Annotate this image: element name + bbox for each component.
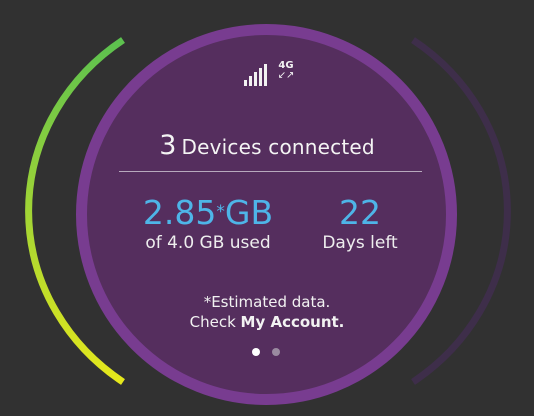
page-dot-active[interactable] — [252, 348, 260, 356]
footnote-prefix: Check — [189, 313, 241, 331]
my-account-link[interactable]: My Account. — [241, 313, 345, 331]
signal-bar — [264, 64, 267, 86]
usage-caption: of 4.0 GB used — [145, 233, 271, 253]
devices-label: Devices connected — [181, 135, 375, 159]
usage-amount: 2.85*GB — [128, 195, 288, 231]
network-status: 4G ↙↗ — [244, 60, 300, 90]
data-usage-stat: 2.85*GB of 4.0 GB used — [128, 195, 288, 254]
data-usage-screen: 4G ↙↗ 3 Devices connected 2.85*GB of 4.0… — [0, 0, 534, 416]
usage-value: 2.85 — [142, 193, 217, 232]
signal-bar — [259, 68, 262, 86]
footnote-line-1: *Estimated data. — [150, 292, 384, 312]
page-dot[interactable] — [272, 348, 280, 356]
estimate-footnote: *Estimated data. Check My Account. — [150, 292, 384, 332]
signal-strength-icon — [244, 64, 270, 86]
footnote-text: Estimated data. — [211, 293, 331, 311]
network-indicator: 4G ↙↗ — [273, 60, 299, 81]
signal-bar — [254, 72, 257, 86]
usage-asterisk: * — [216, 202, 225, 222]
days-count: 22 — [339, 193, 381, 232]
divider — [119, 171, 422, 172]
days-caption: Days left — [322, 233, 398, 253]
signal-bar — [249, 76, 252, 86]
page-indicator — [252, 348, 288, 356]
days-left-stat: 22 Days left — [312, 193, 408, 254]
data-transfer-icon: ↙↗ — [277, 70, 295, 81]
footnote-line-2: Check My Account. — [150, 312, 384, 332]
devices-connected[interactable]: 3 Devices connected — [120, 130, 414, 161]
usage-unit: GB — [224, 193, 274, 232]
signal-bar — [244, 80, 247, 86]
device-count: 3 — [159, 130, 177, 161]
